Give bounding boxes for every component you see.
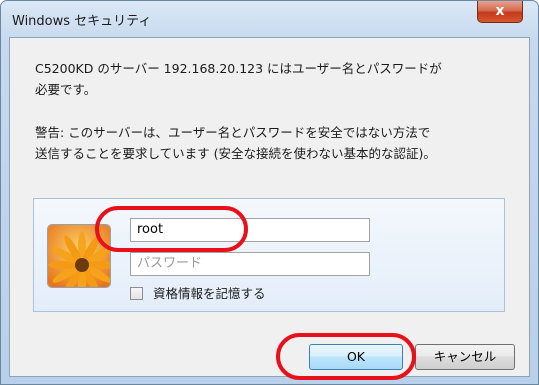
ok-button-highlight-oval: [276, 333, 416, 380]
server-message-line1: C5200KD のサーバー 192.168.20.123 にはユーザー名とパスワ…: [35, 61, 442, 76]
window-title: Windows セキュリティ: [12, 14, 152, 29]
close-button[interactable]: x: [477, 1, 523, 23]
warning-message-line1: 警告: このサーバーは、ユーザー名とパスワードを安全ではない方法で: [35, 125, 431, 140]
close-icon: x: [495, 3, 505, 19]
username-highlight-oval: [95, 206, 248, 252]
cancel-button[interactable]: キャンセル: [415, 344, 515, 370]
password-field[interactable]: パスワード: [130, 252, 370, 276]
warning-message-line2: 送信することを要求しています (安全な接続を使わない基本的な認証)。: [35, 146, 436, 161]
remember-credentials-label: 資格情報を記憶する: [153, 286, 266, 301]
security-dialog: Windows セキュリティ x C5200KD のサーバー 192.168.2…: [0, 0, 539, 385]
server-message-line2: 必要です。: [35, 82, 97, 97]
remember-credentials-checkbox[interactable]: [130, 287, 143, 300]
dialog-body: C5200KD のサーバー 192.168.20.123 にはユーザー名とパスワ…: [9, 37, 530, 377]
